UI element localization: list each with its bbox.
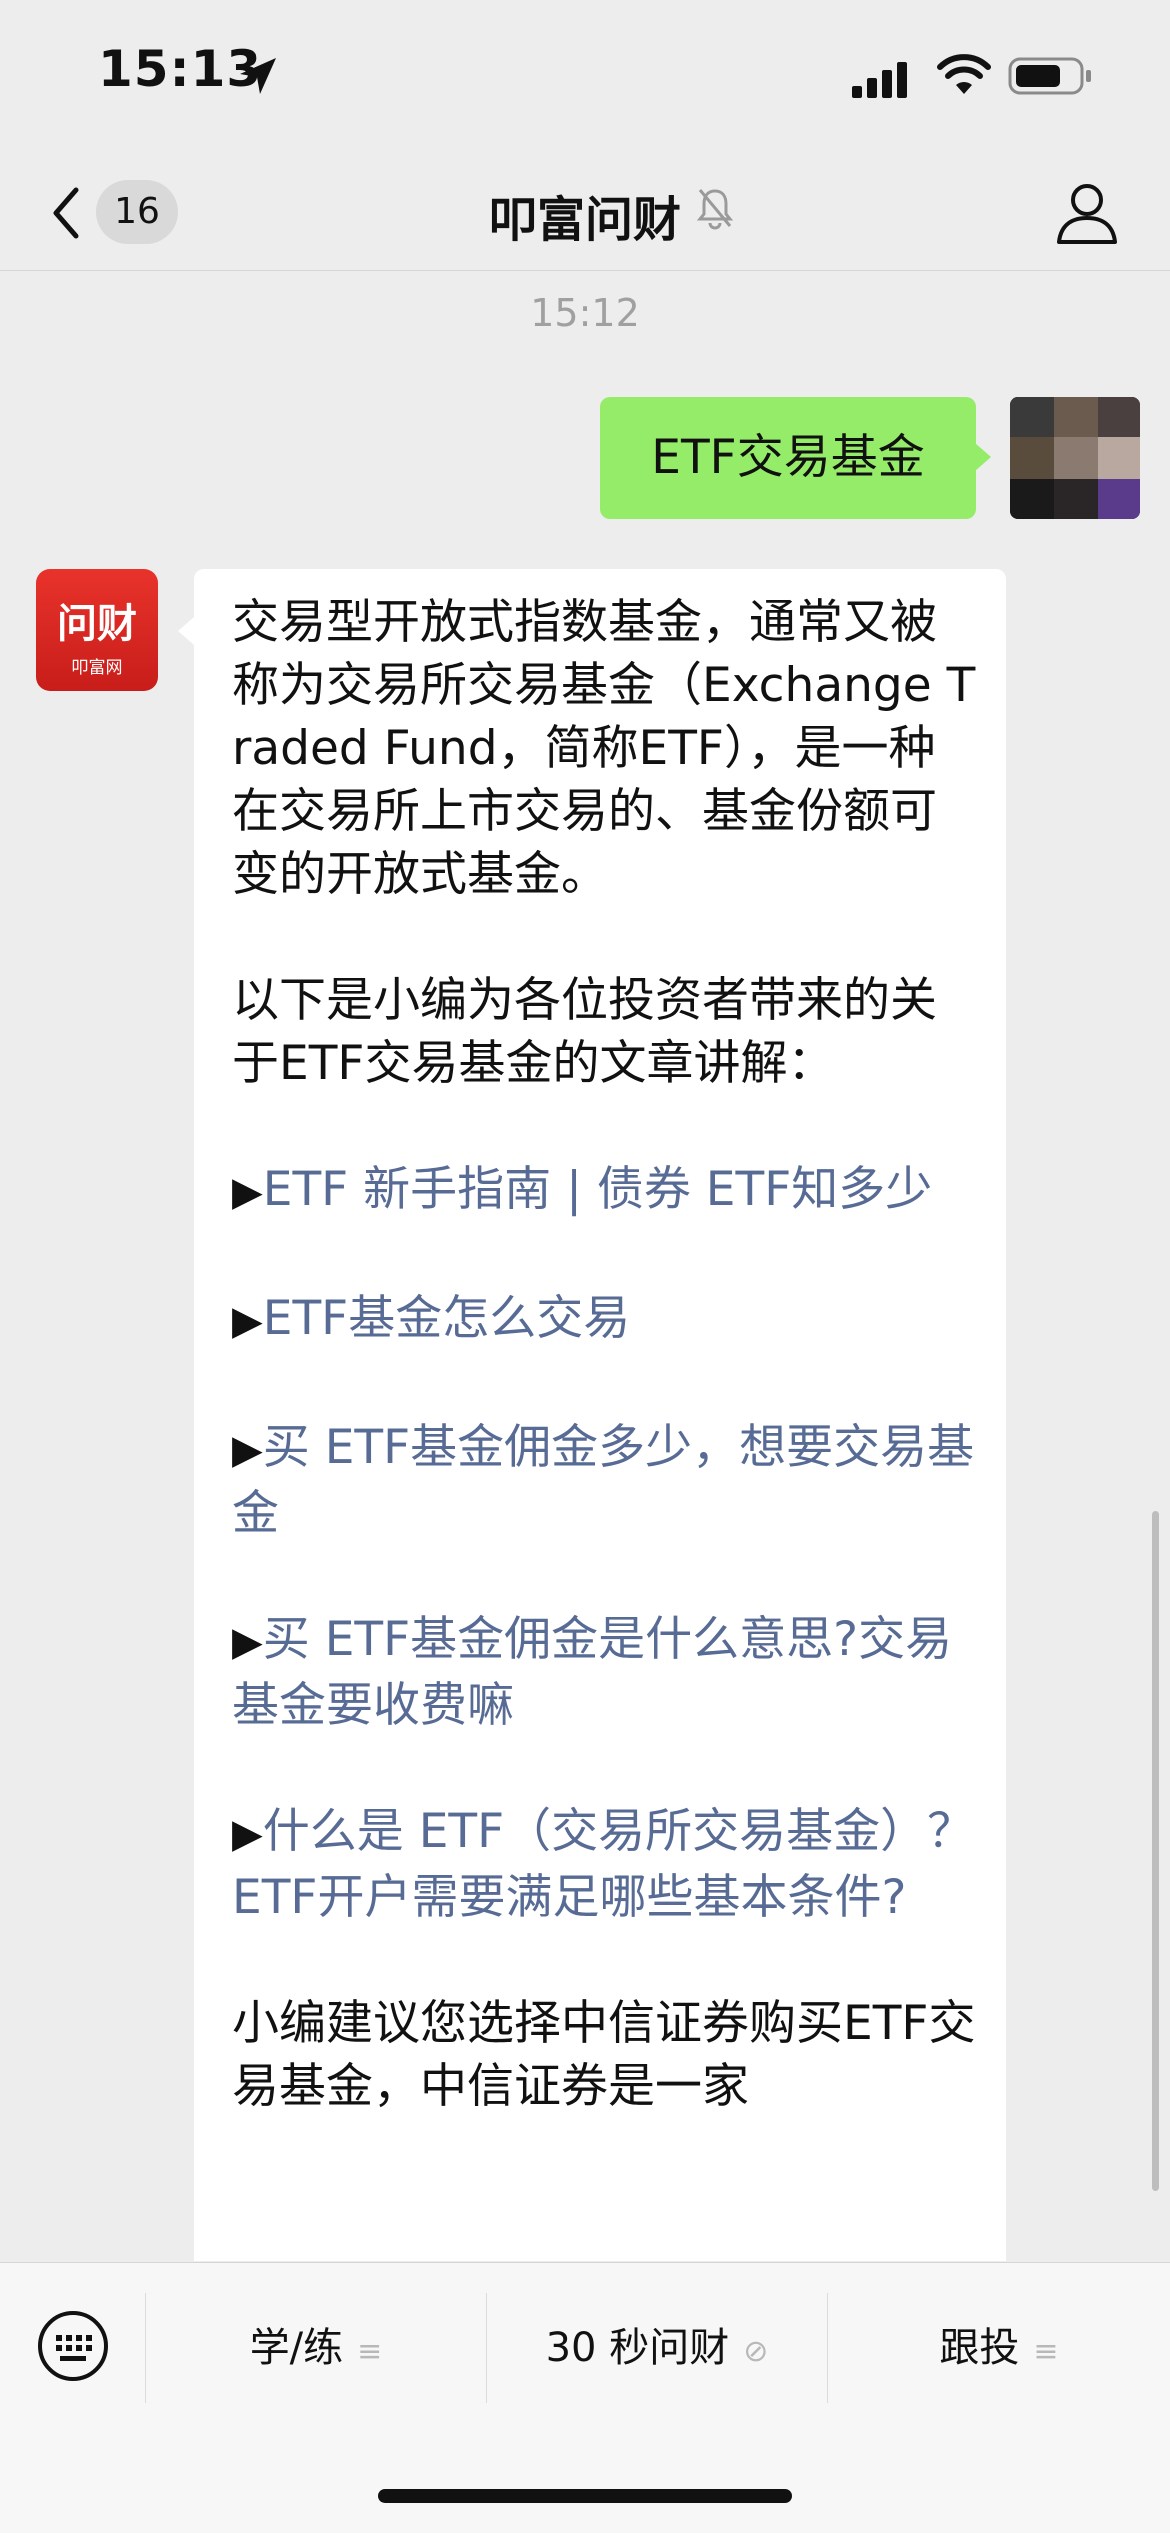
- bot-bubble-tail: [178, 617, 194, 645]
- play-arrow-icon: ▶: [232, 1619, 263, 1665]
- article-link[interactable]: ▶买 ETF基金佣金是什么意思?交易基金要收费嘛: [232, 1608, 976, 1737]
- chat-area[interactable]: 15:12 ETF交易基金 问财 叩富网 交易型开放式指数基金，通常又被称为交易…: [0, 271, 1170, 2261]
- user-bubble-tail: [975, 443, 991, 471]
- scroll-indicator[interactable]: [1152, 1511, 1159, 2191]
- status-bar: 15:13: [0, 0, 1170, 150]
- article-link-text[interactable]: ETF 新手指南 | 债券 ETF知多少: [263, 1162, 932, 1217]
- wifi-icon: [937, 54, 991, 94]
- article-link-text[interactable]: 买 ETF基金佣金是什么意思?交易基金要收费嘛: [232, 1612, 952, 1733]
- home-indicator[interactable]: [378, 2489, 792, 2503]
- menu-item-label: 跟投: [939, 2325, 1020, 2371]
- play-arrow-icon: ▶: [232, 1427, 263, 1473]
- submenu-icon: ≡: [1033, 2334, 1059, 2369]
- user-avatar[interactable]: [1010, 397, 1140, 519]
- bot-message-closing: 小编建议您选择中信证券购买ETF交易基金，中信证券是一家: [232, 1996, 976, 2114]
- battery-icon: [1008, 57, 1091, 95]
- bot-avatar-logo-text: 问财: [57, 601, 137, 647]
- bell-muted-icon: [696, 189, 734, 230]
- article-link[interactable]: ▶ETF 新手指南 | 债券 ETF知多少: [232, 1158, 976, 1224]
- article-link[interactable]: ▶ETF基金怎么交易: [232, 1287, 976, 1353]
- article-link[interactable]: ▶买 ETF基金佣金多少，想要交易基金: [232, 1416, 976, 1545]
- chat-title: 叩富问财: [488, 192, 681, 248]
- play-arrow-icon: ▶: [232, 1811, 263, 1857]
- cellular-signal-icon: [852, 62, 907, 98]
- bot-message-bubble[interactable]: 交易型开放式指数基金，通常又被称为交易所交易基金（Exchange Traded…: [194, 569, 1006, 2261]
- play-arrow-icon: ▶: [232, 1169, 263, 1215]
- bot-message-intro: 交易型开放式指数基金，通常又被称为交易所交易基金（Exchange Traded…: [232, 595, 976, 902]
- article-link-text[interactable]: 买 ETF基金佣金多少，想要交易基金: [232, 1420, 974, 1541]
- article-link[interactable]: ▶什么是 ETF（交易所交易基金）？ETF开户需要满足哪些基本条件?: [232, 1800, 976, 1929]
- play-arrow-icon: ▶: [232, 1298, 263, 1344]
- keyboard-icon[interactable]: [36, 2309, 110, 2383]
- menu-item-label: 30 秒问财: [545, 2325, 730, 2371]
- location-arrow-icon: [240, 58, 276, 94]
- article-link-text[interactable]: 什么是 ETF（交易所交易基金）？ETF开户需要满足哪些基本条件?: [232, 1804, 974, 1925]
- menu-item-follow-invest[interactable]: 跟投 ≡: [828, 2263, 1170, 2433]
- link-icon: ⊘: [743, 2334, 769, 2369]
- nav-bar: 16 叩富问财: [0, 150, 1170, 271]
- bot-avatar-sub-text: 叩富网: [71, 658, 123, 678]
- message-timestamp: 15:12: [530, 291, 640, 335]
- article-link-text[interactable]: ETF基金怎么交易: [263, 1291, 630, 1346]
- profile-icon[interactable]: [1052, 178, 1122, 248]
- bot-message-lead: 以下是小编为各位投资者带来的关于ETF交易基金的文章讲解：: [232, 973, 937, 1091]
- menu-item-learn-practice[interactable]: 学/练 ≡: [146, 2263, 486, 2433]
- nav-title-wrap: 叩富问财: [0, 180, 1170, 250]
- bot-avatar[interactable]: 问财 叩富网: [36, 569, 158, 691]
- menu-item-30s-ask[interactable]: 30 秒问财 ⊘: [487, 2263, 827, 2433]
- user-message-bubble[interactable]: ETF交易基金: [600, 397, 976, 519]
- bottom-menu-bar: 学/练 ≡ 30 秒问财 ⊘ 跟投 ≡: [0, 2262, 1170, 2533]
- submenu-icon: ≡: [357, 2334, 383, 2369]
- menu-item-label: 学/练: [249, 2325, 344, 2371]
